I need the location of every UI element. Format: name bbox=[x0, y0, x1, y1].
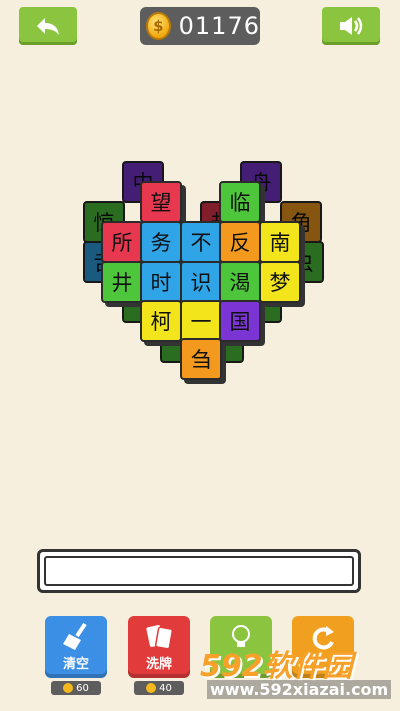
watermark-logo: 592软件园 bbox=[200, 649, 353, 684]
tile[interactable]: 南 bbox=[259, 221, 301, 263]
clear-cost: 60 bbox=[51, 681, 101, 695]
coin-count: 01176 bbox=[178, 12, 260, 40]
sound-button[interactable] bbox=[322, 7, 380, 45]
shuffle-button[interactable]: 洗牌 bbox=[128, 616, 190, 678]
tile[interactable]: 梦 bbox=[259, 261, 301, 303]
back-button[interactable] bbox=[19, 7, 77, 45]
tile[interactable]: 时 bbox=[140, 261, 182, 303]
cards-icon bbox=[146, 625, 174, 650]
tile[interactable]: 所 bbox=[101, 221, 143, 263]
tile[interactable]: 渴 bbox=[219, 261, 261, 303]
watermark-url: www.592xiazai.com bbox=[207, 680, 392, 699]
tile[interactable]: 反 bbox=[219, 221, 261, 263]
tile[interactable]: 临 bbox=[219, 181, 261, 223]
tile[interactable]: 国 bbox=[219, 300, 261, 342]
clear-button[interactable]: 清空 bbox=[45, 616, 107, 678]
coin-icon bbox=[146, 683, 157, 693]
tile[interactable]: 柯 bbox=[140, 300, 182, 342]
coin-icon bbox=[63, 683, 74, 693]
tile[interactable]: 刍 bbox=[180, 338, 222, 380]
tile[interactable]: 不 bbox=[180, 221, 222, 263]
shuffle-label: 洗牌 bbox=[145, 657, 172, 672]
tile[interactable]: 识 bbox=[180, 261, 222, 303]
coin-counter: $ 01176 bbox=[140, 7, 260, 45]
broom-icon bbox=[63, 622, 87, 650]
tile[interactable]: 望 bbox=[140, 181, 182, 223]
coin-icon: $ bbox=[146, 12, 171, 40]
speaker-icon bbox=[340, 17, 363, 35]
tray-slot-area bbox=[44, 556, 354, 586]
tile-tray bbox=[37, 549, 361, 593]
back-arrow-icon bbox=[37, 18, 59, 35]
tile[interactable]: 井 bbox=[101, 261, 143, 303]
tile[interactable]: 务 bbox=[140, 221, 182, 263]
shuffle-cost: 40 bbox=[134, 681, 184, 695]
clear-label: 清空 bbox=[62, 657, 89, 672]
tile[interactable]: 一 bbox=[180, 300, 222, 342]
